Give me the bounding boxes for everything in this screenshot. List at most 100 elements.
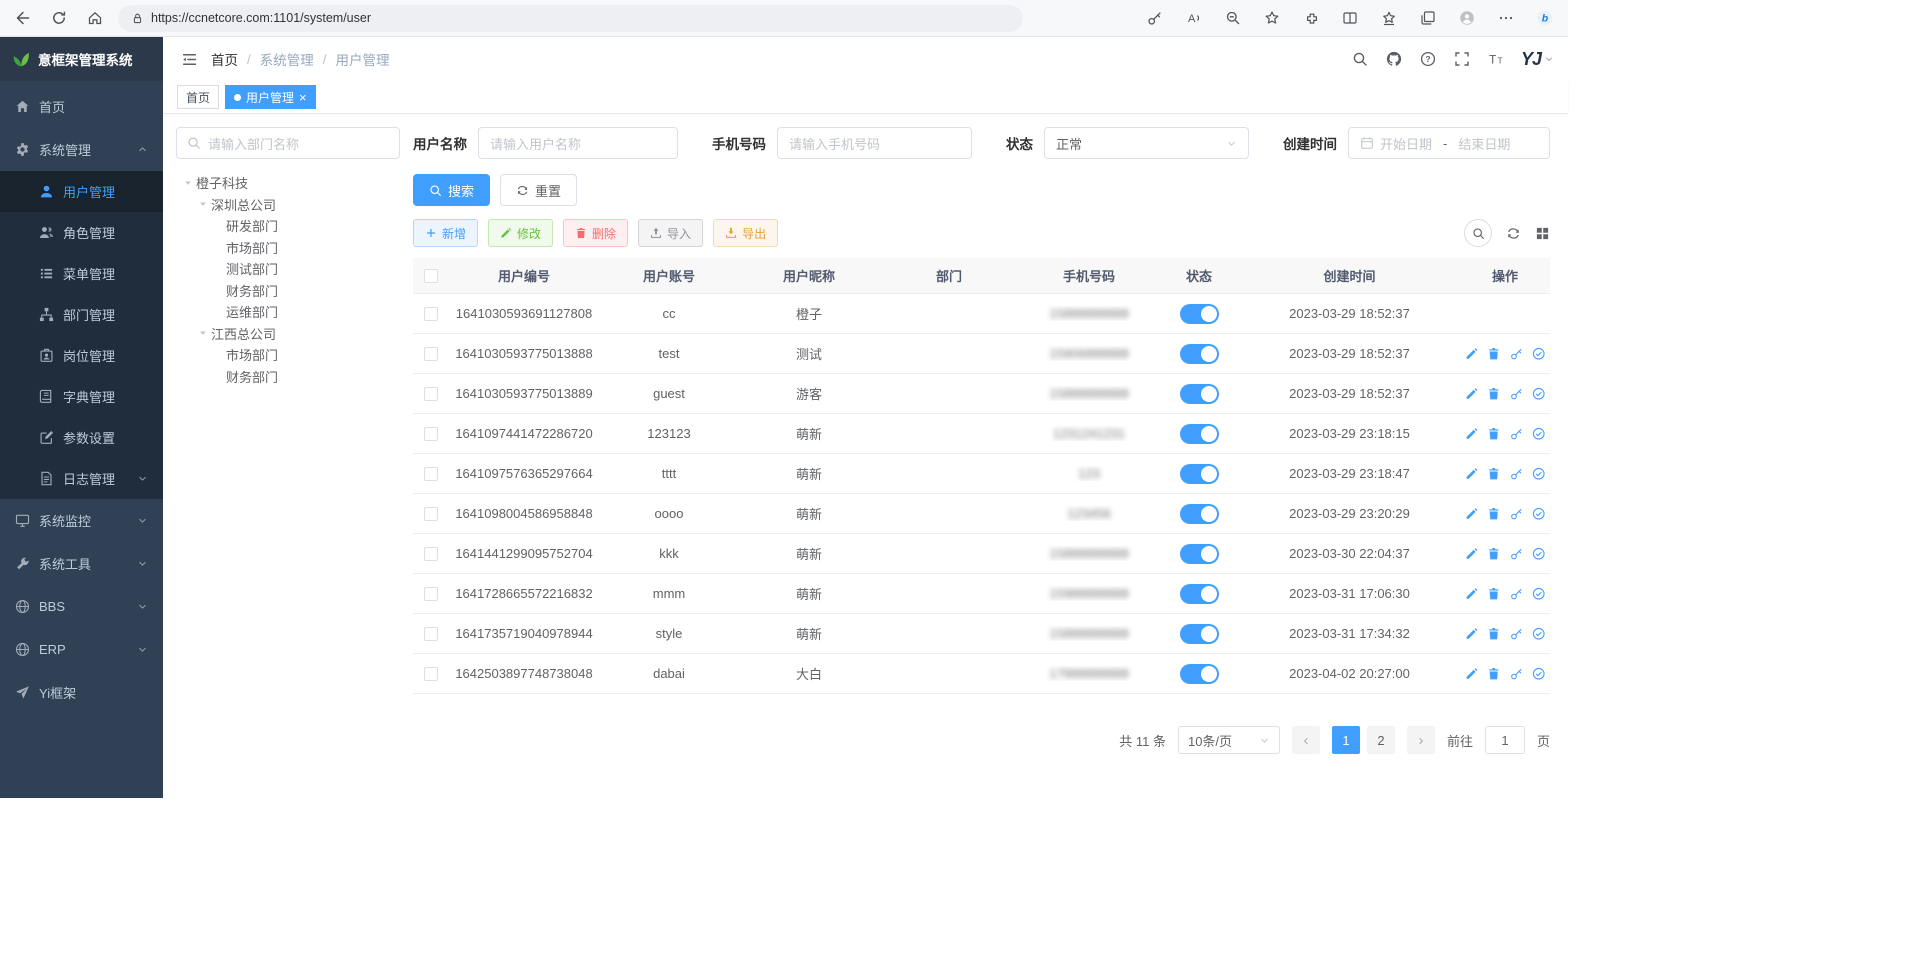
sidebar-item-system-monitor[interactable]: 系统监控	[0, 499, 163, 542]
collapse-sidebar-icon[interactable]	[177, 47, 201, 71]
reset-password-icon[interactable]	[1510, 387, 1524, 401]
delete-user-icon[interactable]	[1487, 467, 1501, 481]
back-icon[interactable]	[10, 5, 36, 31]
tree-node[interactable]: 橙子科技	[176, 172, 400, 194]
sidebar-item-yi-framework[interactable]: Yi框架	[0, 671, 163, 714]
status-toggle[interactable]	[1180, 584, 1219, 604]
user-avatar[interactable]: YJ	[1521, 49, 1554, 70]
sidebar-item-dict-management[interactable]: 字典管理	[0, 376, 163, 417]
sidebar-item-param-settings[interactable]: 参数设置	[0, 417, 163, 458]
delete-user-icon[interactable]	[1487, 547, 1501, 561]
page-button-1[interactable]: 1	[1332, 726, 1360, 754]
breadcrumb-item[interactable]: 用户管理	[336, 49, 390, 69]
assign-role-icon[interactable]	[1532, 627, 1546, 641]
reload-icon[interactable]	[46, 5, 72, 31]
browser-home-icon[interactable]	[82, 5, 108, 31]
sidebar-item-log-management[interactable]: 日志管理	[0, 458, 163, 499]
collections-icon[interactable]	[1415, 5, 1441, 31]
sidebar-item-role-management[interactable]: 角色管理	[0, 212, 163, 253]
status-toggle[interactable]	[1180, 424, 1219, 444]
select-all-checkbox[interactable]	[424, 269, 438, 283]
tree-node[interactable]: 深圳总公司	[176, 194, 400, 216]
tree-node[interactable]: 财务部门	[176, 366, 400, 388]
row-checkbox[interactable]	[424, 547, 438, 561]
edit-user-icon[interactable]	[1465, 347, 1479, 361]
delete-button[interactable]: 删除	[563, 219, 628, 247]
split-screen-icon[interactable]	[1337, 5, 1363, 31]
reset-password-icon[interactable]	[1510, 507, 1524, 521]
reset-password-icon[interactable]	[1510, 347, 1524, 361]
sidebar-item-user-management[interactable]: 用户管理	[0, 171, 163, 212]
key-icon[interactable]	[1142, 5, 1168, 31]
assign-role-icon[interactable]	[1532, 667, 1546, 681]
row-checkbox[interactable]	[424, 667, 438, 681]
table-search-button[interactable]	[1464, 219, 1492, 247]
assign-role-icon[interactable]	[1532, 507, 1546, 521]
add-button[interactable]: 新增	[413, 219, 478, 247]
dept-search-input[interactable]: 请输入部门名称	[176, 127, 400, 159]
edit-user-icon[interactable]	[1465, 507, 1479, 521]
tree-node[interactable]: 江西总公司	[176, 323, 400, 345]
export-button[interactable]: 导出	[713, 219, 778, 247]
edit-user-icon[interactable]	[1465, 547, 1479, 561]
sidebar-item-bbs[interactable]: BBS	[0, 585, 163, 628]
reset-password-icon[interactable]	[1510, 467, 1524, 481]
tab-home[interactable]: 首页	[177, 85, 219, 109]
assign-role-icon[interactable]	[1532, 547, 1546, 561]
status-select[interactable]: 正常	[1044, 127, 1249, 159]
edit-user-icon[interactable]	[1465, 667, 1479, 681]
tree-node[interactable]: 财务部门	[176, 280, 400, 302]
goto-page-input[interactable]: 1	[1485, 726, 1525, 754]
edit-user-icon[interactable]	[1465, 587, 1479, 601]
reset-password-icon[interactable]	[1510, 627, 1524, 641]
extensions-icon[interactable]	[1298, 5, 1324, 31]
github-icon[interactable]	[1381, 46, 1407, 72]
row-checkbox[interactable]	[424, 587, 438, 601]
delete-user-icon[interactable]	[1487, 387, 1501, 401]
delete-user-icon[interactable]	[1487, 627, 1501, 641]
tree-node[interactable]: 运维部门	[176, 301, 400, 323]
assign-role-icon[interactable]	[1532, 347, 1546, 361]
sidebar-item-system-management[interactable]: 系统管理	[0, 128, 163, 171]
breadcrumb-item[interactable]: 系统管理	[260, 49, 314, 69]
edit-user-icon[interactable]	[1465, 427, 1479, 441]
status-toggle[interactable]	[1180, 624, 1219, 644]
close-tab-icon[interactable]: ×	[299, 91, 307, 104]
status-toggle[interactable]	[1180, 384, 1219, 404]
fullscreen-icon[interactable]	[1449, 46, 1475, 72]
table-columns-button[interactable]	[1535, 226, 1550, 241]
address-bar[interactable]: https://ccnetcore.com:1101/system/user	[118, 5, 1023, 32]
copilot-icon[interactable]: b	[1532, 5, 1558, 31]
sidebar-item-home[interactable]: 首页	[0, 85, 163, 128]
breadcrumb-item[interactable]: 首页	[211, 49, 238, 69]
delete-user-icon[interactable]	[1487, 667, 1501, 681]
sidebar-item-system-tools[interactable]: 系统工具	[0, 542, 163, 585]
reset-password-icon[interactable]	[1510, 427, 1524, 441]
reset-button[interactable]: 重置	[500, 174, 577, 206]
edit-user-icon[interactable]	[1465, 387, 1479, 401]
edit-button[interactable]: 修改	[488, 219, 553, 247]
search-icon[interactable]	[1347, 46, 1373, 72]
row-checkbox[interactable]	[424, 427, 438, 441]
row-checkbox[interactable]	[424, 627, 438, 641]
edit-user-icon[interactable]	[1465, 467, 1479, 481]
delete-user-icon[interactable]	[1487, 347, 1501, 361]
assign-role-icon[interactable]	[1532, 587, 1546, 601]
tab-user-management[interactable]: 用户管理×	[225, 85, 316, 109]
zoom-icon[interactable]	[1220, 5, 1246, 31]
delete-user-icon[interactable]	[1487, 507, 1501, 521]
reset-password-icon[interactable]	[1510, 587, 1524, 601]
search-button[interactable]: 搜索	[413, 174, 490, 206]
more-icon[interactable]	[1493, 5, 1519, 31]
font-size-icon[interactable]: TT	[1483, 46, 1509, 72]
sidebar-item-erp[interactable]: ERP	[0, 628, 163, 671]
help-icon[interactable]: ?	[1415, 46, 1441, 72]
delete-user-icon[interactable]	[1487, 587, 1501, 601]
row-checkbox[interactable]	[424, 307, 438, 321]
row-checkbox[interactable]	[424, 507, 438, 521]
tree-node[interactable]: 研发部门	[176, 215, 400, 237]
assign-role-icon[interactable]	[1532, 427, 1546, 441]
username-input[interactable]: 请输入用户名称	[478, 127, 678, 159]
status-toggle[interactable]	[1180, 504, 1219, 524]
read-aloud-icon[interactable]: A	[1181, 5, 1207, 31]
